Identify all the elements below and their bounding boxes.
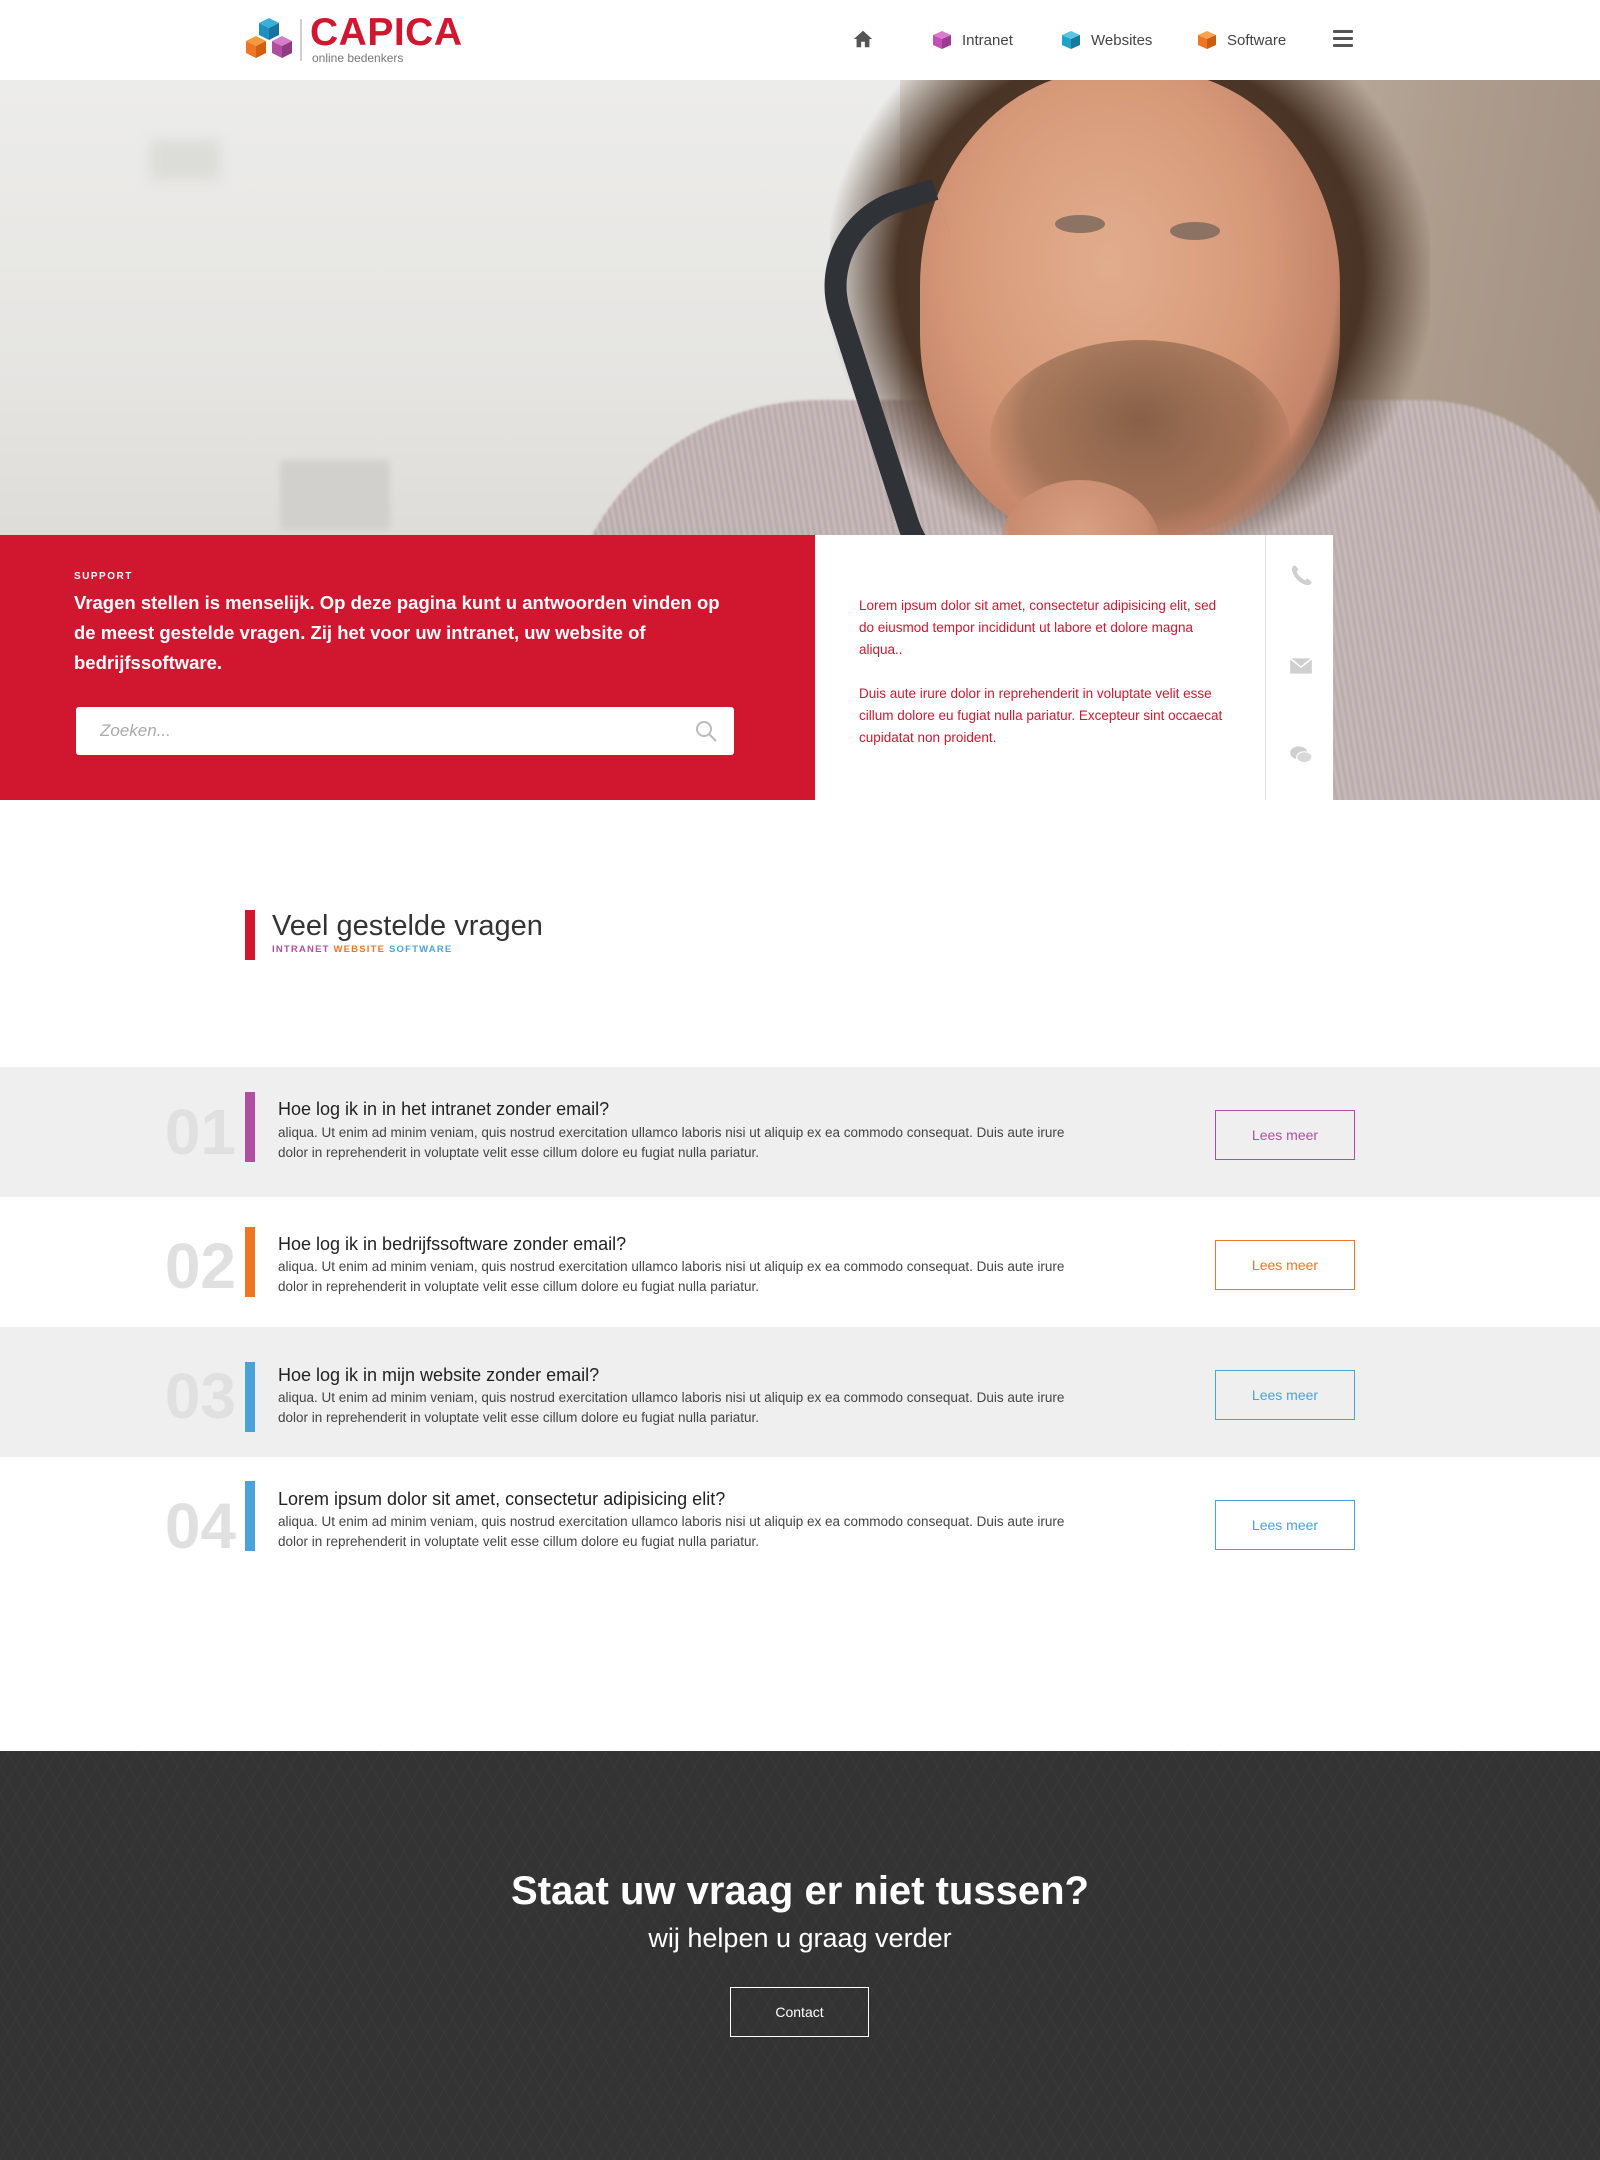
mail-icon[interactable] (1288, 653, 1314, 679)
faq-item: 01 Hoe log ik in in het intranet zonder … (0, 1067, 1600, 1197)
home-icon[interactable] (852, 28, 874, 50)
faq-number: 01 (164, 1096, 236, 1168)
nav-label-software: Software (1227, 31, 1287, 49)
faq-categories: INTRANET WEBSITE SOFTWARE (272, 944, 452, 955)
cta-subtitle: wij helpen u graag verder (648, 1923, 952, 1953)
search-input[interactable] (100, 721, 660, 741)
faq-answer: aliqua. Ut enim ad minim veniam, quis no… (278, 1125, 1065, 1160)
support-intro: Vragen stellen is menselijk. Op deze pag… (74, 592, 720, 673)
contact-button[interactable]: Contact (730, 1987, 869, 2037)
faq-accent-bar (245, 1481, 255, 1551)
faq-item: 02 Hoe log ik in bedrijfssoftware zonder… (0, 1197, 1600, 1327)
websites-cube-icon (1062, 31, 1080, 49)
faq-number: 02 (164, 1230, 236, 1302)
faq-question: Lorem ipsum dolor sit amet, consectetur … (278, 1489, 726, 1509)
lees-meer-button[interactable]: Lees meer (1215, 1110, 1355, 1160)
faq-question: Hoe log ik in bedrijfssoftware zonder em… (278, 1234, 627, 1254)
faq-item: 03 Hoe log ik in mijn website zonder ema… (0, 1327, 1600, 1457)
category-website: WEBSITE (333, 944, 386, 955)
info-text-1: Lorem ipsum dolor sit amet, consectetur … (859, 598, 1217, 657)
support-panel: SUPPORT Vragen stellen is menselijk. Op … (0, 535, 815, 800)
hamburger-icon[interactable] (1333, 30, 1353, 48)
nav-item-software[interactable]: Software (1197, 28, 1286, 52)
nav-item-websites[interactable]: Websites (1061, 28, 1152, 52)
lees-meer-button[interactable]: Lees meer (1215, 1500, 1355, 1550)
faq-heading-bar (245, 910, 255, 960)
nav-item-intranet[interactable]: Intranet (932, 28, 1013, 52)
faq-item: 04 Lorem ipsum dolor sit amet, consectet… (0, 1457, 1600, 1587)
faq-number: 03 (164, 1360, 236, 1432)
contact-cta-section: Staat uw vraag er niet tussen? wij helpe… (0, 1751, 1600, 2160)
nav-label-intranet: Intranet (962, 31, 1013, 49)
category-intranet: INTRANET (272, 944, 330, 955)
faq-answer: aliqua. Ut enim ad minim veniam, quis no… (278, 1514, 1065, 1549)
faq-number: 04 (164, 1490, 236, 1562)
site-header: CAPICA online bedenkers Intranet Website… (0, 0, 1600, 80)
info-text-2: Duis aute irure dolor in reprehenderit i… (859, 686, 1223, 745)
lees-meer-button[interactable]: Lees meer (1215, 1370, 1355, 1420)
support-eyebrow: SUPPORT (74, 571, 133, 582)
category-software: SOFTWARE (389, 944, 453, 955)
faq-answer: aliqua. Ut enim ad minim veniam, quis no… (278, 1390, 1065, 1425)
faq-accent-bar (245, 1227, 255, 1297)
nav-label-websites: Websites (1091, 31, 1153, 49)
lees-meer-button[interactable]: Lees meer (1215, 1240, 1355, 1290)
info-panel: Lorem ipsum dolor sit amet, consectetur … (815, 535, 1265, 800)
search-icon[interactable] (694, 719, 718, 743)
search-box (76, 707, 734, 755)
contact-strip (1265, 535, 1333, 800)
faq-accent-bar (245, 1362, 255, 1432)
cta-title: Staat uw vraag er niet tussen? (511, 1869, 1089, 1913)
faq-accent-bar (245, 1092, 255, 1162)
main-nav: Intranet Websites Software (0, 0, 1600, 80)
faq-title: Veel gestelde vragen (272, 910, 543, 942)
faq-answer: aliqua. Ut enim ad minim veniam, quis no… (278, 1259, 1065, 1294)
faq-question: Hoe log ik in mijn website zonder email? (278, 1365, 600, 1385)
chat-icon[interactable] (1288, 742, 1314, 768)
phone-icon[interactable] (1288, 563, 1314, 589)
software-cube-icon (1198, 31, 1216, 49)
faq-question: Hoe log ik in in het intranet zonder ema… (278, 1099, 610, 1119)
intranet-cube-icon (933, 31, 951, 49)
